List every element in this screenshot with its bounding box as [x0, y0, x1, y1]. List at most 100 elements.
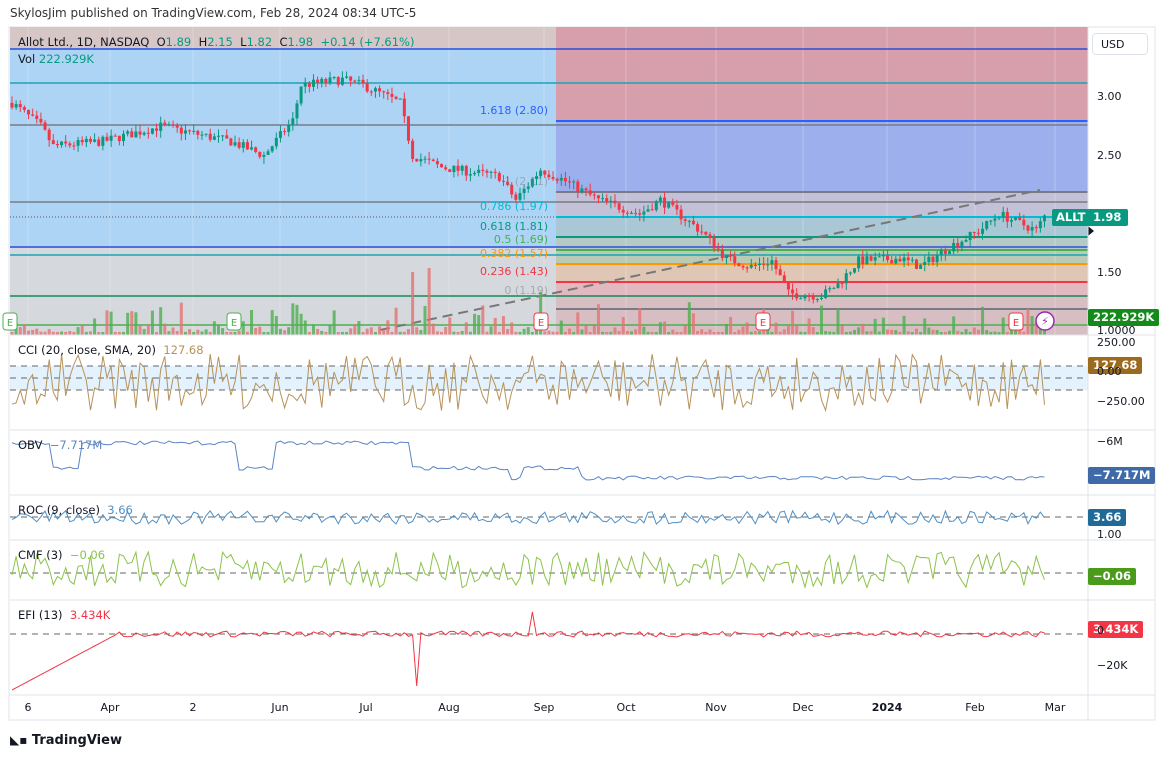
- candle: [47, 129, 51, 141]
- candle: [76, 139, 80, 146]
- candle: [865, 256, 869, 265]
- volume-bar: [819, 305, 823, 335]
- candle: [464, 165, 468, 176]
- volume-bar: [241, 321, 245, 335]
- indicator-value: 3.66: [107, 503, 133, 517]
- candle: [1043, 215, 1046, 222]
- candle: [262, 154, 266, 157]
- volume-bar: [411, 271, 415, 335]
- candle: [514, 194, 518, 200]
- candle: [613, 200, 617, 204]
- volume-bar: [890, 329, 894, 335]
- candle: [468, 174, 472, 176]
- candle: [345, 76, 349, 78]
- candle: [101, 136, 105, 146]
- candle: [638, 213, 642, 215]
- candle: [819, 297, 823, 300]
- earnings-label: E: [760, 318, 766, 329]
- candle: [406, 116, 410, 141]
- candle: [518, 192, 522, 200]
- candle: [894, 258, 898, 264]
- candle: [824, 289, 828, 298]
- volume-bar: [501, 316, 505, 335]
- volume-bar: [179, 302, 183, 335]
- volume-bar: [460, 330, 464, 335]
- candle: [217, 135, 220, 137]
- fib-level-label: 1 (2.11): [504, 175, 548, 188]
- candle: [68, 143, 72, 146]
- candle: [431, 159, 435, 162]
- chart-canvas[interactable]: E E E E E ⚡: [0, 0, 1166, 759]
- indicator-legend: EFI (13) 3.434K: [18, 608, 110, 622]
- volume-bar: [886, 329, 890, 335]
- candle: [117, 135, 121, 142]
- candle: [873, 257, 877, 261]
- volume-bar: [250, 309, 254, 335]
- candle: [303, 82, 307, 87]
- volume-bar: [444, 326, 448, 335]
- candle: [200, 134, 204, 136]
- close-value: 1.98: [287, 35, 314, 49]
- volume-bar: [853, 329, 857, 335]
- volume-bar: [217, 325, 220, 335]
- volume-bar: [175, 331, 179, 335]
- volume-bar: [278, 328, 282, 335]
- volume-bar: [638, 308, 642, 335]
- volume-bar: [382, 330, 386, 335]
- candle: [803, 295, 807, 299]
- candle: [97, 139, 101, 146]
- candle: [704, 231, 708, 235]
- volume-bar: [303, 320, 307, 335]
- candle: [241, 142, 245, 148]
- fib-level-label: 0.5 (1.69): [493, 233, 548, 246]
- candle: [807, 295, 811, 297]
- volume-bar: [316, 328, 320, 335]
- fib-level-label: 0.786 (1.97): [479, 200, 548, 213]
- candle: [336, 77, 340, 85]
- candle: [952, 242, 956, 252]
- volume-bar: [741, 326, 745, 335]
- efi-line: [11, 611, 1045, 691]
- candle: [621, 209, 625, 213]
- candle: [667, 202, 671, 208]
- currency-button[interactable]: USD: [1092, 33, 1148, 55]
- volume-bar: [1001, 317, 1005, 335]
- volume-bar: [212, 321, 216, 335]
- candle: [708, 234, 712, 238]
- candle: [427, 158, 431, 160]
- volume-bar: [786, 326, 790, 335]
- candle: [43, 122, 47, 130]
- candle: [237, 142, 241, 148]
- candle: [898, 258, 902, 262]
- candle: [163, 122, 167, 125]
- candle: [658, 197, 662, 202]
- indicator-tick: −20K: [1097, 659, 1128, 672]
- candle: [332, 77, 336, 79]
- volume-bar: [328, 325, 332, 335]
- volume-bar: [894, 330, 898, 335]
- candle: [250, 147, 254, 150]
- volume-bar: [357, 321, 361, 335]
- volume-bar: [22, 324, 26, 335]
- candle: [105, 136, 109, 141]
- candle: [724, 255, 728, 259]
- candle: [811, 295, 815, 300]
- candle: [307, 82, 311, 87]
- volume-bar: [134, 312, 138, 335]
- volume-bar: [683, 325, 687, 335]
- candle: [683, 219, 687, 221]
- volume-bar: [811, 327, 815, 335]
- candle: [221, 135, 225, 137]
- candle: [634, 212, 638, 214]
- candle: [774, 260, 778, 270]
- candle: [188, 130, 192, 132]
- tradingview-logo[interactable]: ◣▪ TradingView: [10, 733, 122, 748]
- candle: [274, 137, 278, 147]
- time-tick: Mar: [1044, 701, 1066, 714]
- candle: [10, 102, 14, 108]
- candle: [80, 139, 84, 143]
- candle: [225, 135, 229, 139]
- volume-bar: [758, 331, 762, 335]
- candle: [729, 255, 733, 257]
- symbol-name: Allot Ltd., 1D, NASDAQ: [18, 35, 150, 49]
